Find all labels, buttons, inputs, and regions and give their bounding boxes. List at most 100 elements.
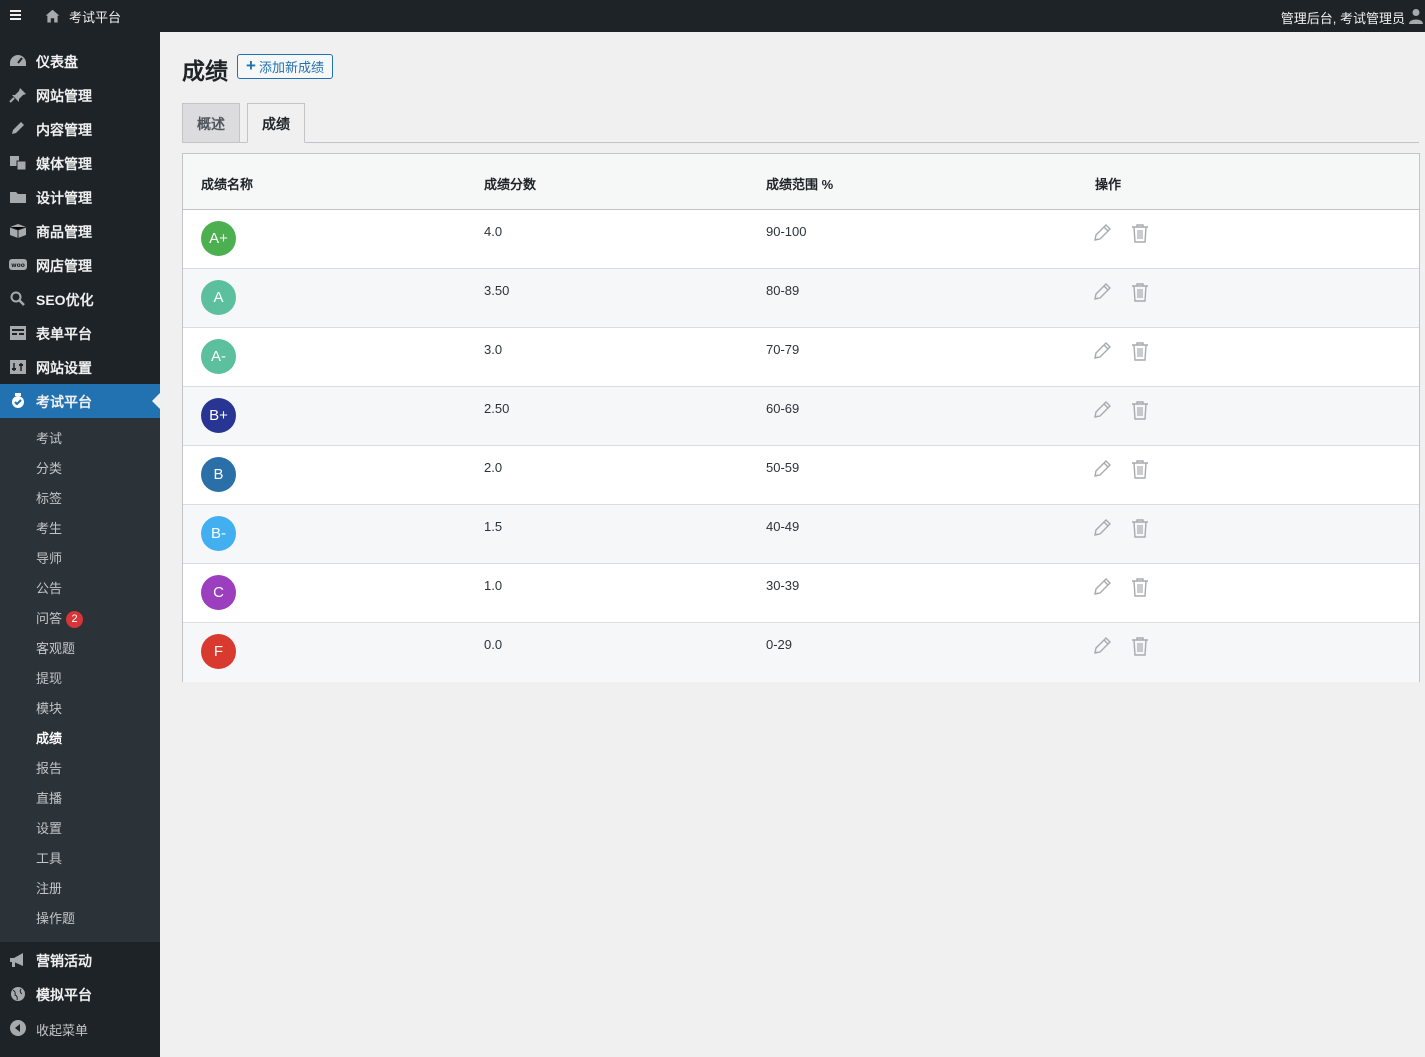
grades-table: 成绩名称 成绩分数 成绩范围 % 操作 A+ 4.0 90-100 A 3.50 80-8… [182,153,1420,682]
submenu-item-label: 直播 [36,791,63,806]
admin-sidebar: 仪表盘 网站管理 内容管理 媒体管理 设计管理 商品管理 woo 网店管理 SEO优化 表单平台网… [0,32,160,1057]
site-home-link[interactable]: 考试平台 [44,7,121,26]
submenu-item[interactable]: 成绩 [36,729,62,749]
submenu-item[interactable]: 直播 [36,789,62,809]
submenu-item[interactable]: 操作题 [36,909,75,929]
sidebar-item-top-4[interactable]: 设计管理 [0,180,160,214]
submenu-item[interactable]: 公告 [36,579,62,599]
page-title: 成绩 [182,58,228,84]
submenu-item[interactable]: 考生 [36,519,62,539]
delete-icon[interactable] [1129,399,1151,421]
submenu-item[interactable]: 标签 [36,489,62,509]
sidebar-item-bottom-0[interactable]: 营销活动 [0,943,160,977]
submenu-item[interactable]: 提现 [36,669,62,689]
grade-range: 80-89 [766,283,800,298]
grade-badge: B- [201,516,236,551]
edit-icon[interactable] [1091,399,1113,421]
sidebar-item-top-10[interactable]: 考试平台 [0,384,160,418]
table-row: A- 3.0 70-79 [183,328,1419,387]
sidebar-item-label: 网店管理 [36,258,92,274]
delete-icon[interactable] [1129,281,1151,303]
submenu-item[interactable]: 分类 [36,459,62,479]
add-new-grade-button[interactable]: + 添加新成绩 [237,54,333,79]
box-icon [9,223,27,239]
pencil-icon [9,121,27,137]
grade-score: 2.0 [484,460,503,475]
sidebar-item-top-9[interactable]: 网站设置 [0,350,160,384]
sidebar-item-top-6[interactable]: woo 网店管理 [0,248,160,282]
table-row: A 3.50 80-89 [183,269,1419,328]
sidebar-item-top-1[interactable]: 网站管理 [0,78,160,112]
sidebar-item-top-8[interactable]: 表单平台 [0,316,160,350]
submenu-item[interactable]: 设置 [36,819,62,839]
pin-icon [9,87,27,103]
form-icon [9,325,27,341]
grade-range: 50-59 [766,460,800,475]
submenu-item[interactable]: 模块 [36,699,62,719]
submenu-item-label: 成绩 [36,731,63,746]
submenu-item[interactable]: 工具 [36,849,62,869]
sidebar-item-top-2[interactable]: 内容管理 [0,112,160,146]
grade-badge: A+ [201,221,236,256]
submenu-item-label: 工具 [36,851,63,866]
delete-icon[interactable] [1129,635,1151,657]
column-header-grade-score: 成绩分数 [484,177,537,192]
user-greeting[interactable]: 管理后台, 考试管理员 [1281,8,1405,27]
sidebar-item-bottom-1[interactable]: 模拟平台 [0,977,160,1011]
globe-icon [9,986,27,1002]
grade-score: 3.0 [484,342,503,357]
column-header-grade-name: 成绩名称 [201,177,254,192]
table-header: 成绩名称 成绩分数 成绩范围 % 操作 [183,154,1419,210]
submenu-item[interactable]: 注册 [36,879,62,899]
edit-icon[interactable] [1091,576,1113,598]
sidebar-item-label: 网站设置 [36,360,92,376]
edit-icon[interactable] [1091,517,1113,539]
edit-icon[interactable] [1091,340,1113,362]
sidebar-item-top-3[interactable]: 媒体管理 [0,146,160,180]
submenu-item-label: 问答 [36,611,63,626]
submenu-item[interactable]: 客观题 [36,639,75,659]
delete-icon[interactable] [1129,340,1151,362]
table-row: B- 1.5 40-49 [183,505,1419,564]
grade-score: 1.5 [484,519,503,534]
submenu-item[interactable]: 报告 [36,759,62,779]
sidebar-item-top-5[interactable]: 商品管理 [0,214,160,248]
table-row: C 1.0 30-39 [183,564,1419,623]
sidebar-item-top-0[interactable]: 仪表盘 [0,44,160,78]
sidebar-item-label: 网站管理 [36,88,92,104]
grade-range: 90-100 [766,224,807,239]
sidebar-item-label: 表单平台 [36,326,92,342]
delete-icon[interactable] [1129,222,1151,244]
table-row: B 2.0 50-59 [183,446,1419,505]
exam-icon [9,393,27,409]
grade-badge: B [201,457,236,492]
edit-icon[interactable] [1091,458,1113,480]
edit-icon[interactable] [1091,222,1113,244]
grade-badge: B+ [201,398,236,433]
submenu-item-label: 模块 [36,701,63,716]
submenu-item-label: 报告 [36,761,63,776]
tab-grades[interactable]: 成绩 [247,103,305,143]
submenu-item-label: 标签 [36,491,63,506]
site-title: 考试平台 [69,10,122,25]
delete-icon[interactable] [1129,458,1151,480]
collapse-menu-button[interactable]: 收起菜单 [0,1011,160,1045]
submenu-item-label: 分类 [36,461,63,476]
edit-icon[interactable] [1091,635,1113,657]
search-icon [9,291,27,307]
submenu-item[interactable]: 导师 [36,549,62,569]
delete-icon[interactable] [1129,517,1151,539]
media-icon [9,155,27,171]
grade-range: 40-49 [766,519,800,534]
user-avatar-icon[interactable] [1409,8,1423,24]
tab-overview[interactable]: 概述 [182,103,240,143]
grade-score: 4.0 [484,224,503,239]
delete-icon[interactable] [1129,576,1151,598]
menu-toggle-icon[interactable] [10,8,26,24]
sidebar-item-top-7[interactable]: SEO优化 [0,282,160,316]
edit-icon[interactable] [1091,281,1113,303]
plus-icon: + [246,56,256,75]
submenu-item[interactable]: 问答 2 [36,609,84,629]
column-header-actions: 操作 [1095,177,1122,192]
submenu-item[interactable]: 考试 [36,429,62,449]
